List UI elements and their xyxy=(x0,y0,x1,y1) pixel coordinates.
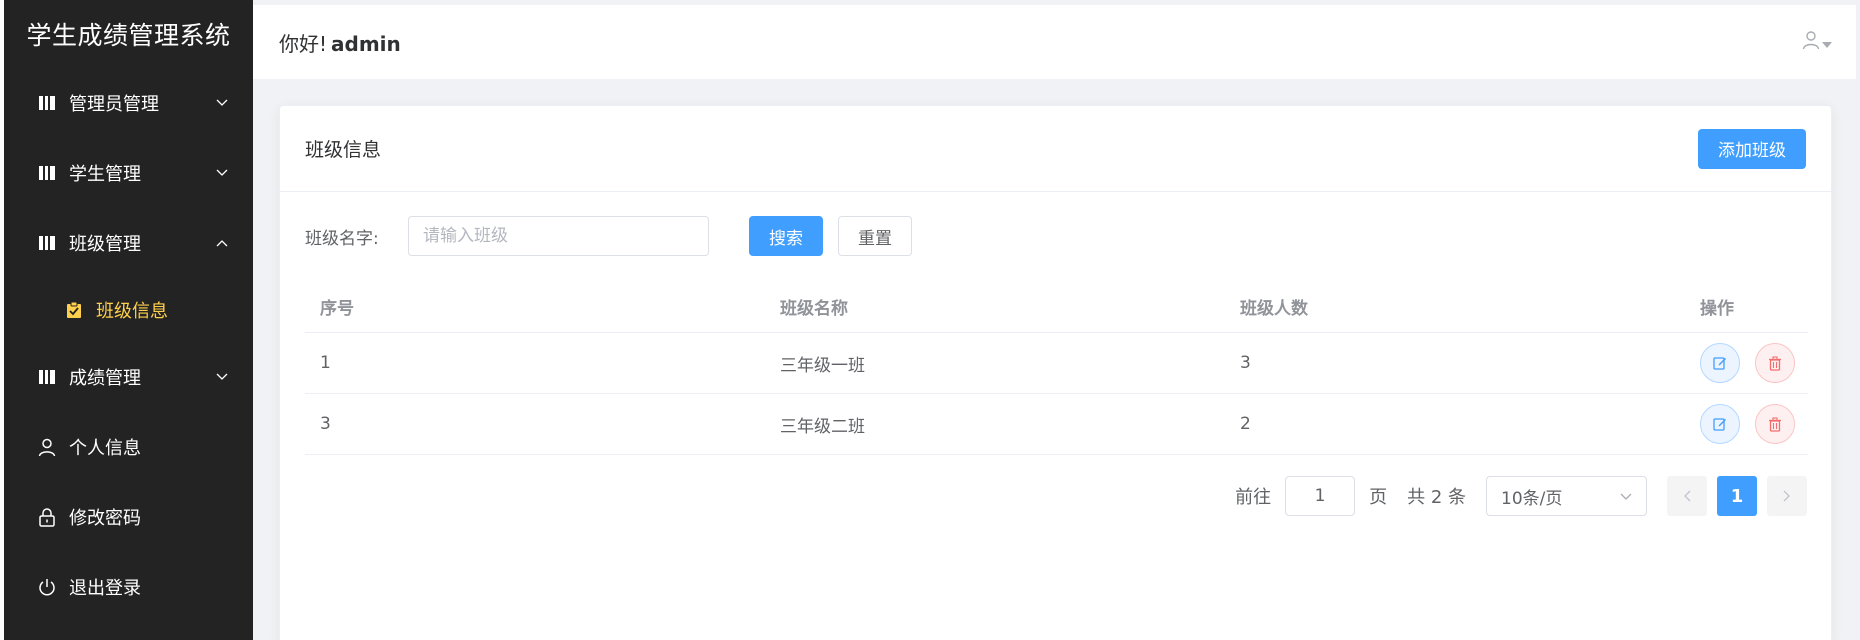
user-menu-dropdown[interactable] xyxy=(1802,30,1832,54)
user-icon xyxy=(35,435,59,459)
sidebar-item-label: 成绩管理 xyxy=(69,368,141,389)
goto-label: 前往 xyxy=(1235,487,1272,508)
column-header-actions: 操作 xyxy=(1700,299,1734,319)
page-size-value: 10条/页 xyxy=(1501,488,1563,509)
sidebar-subitem-class-info[interactable]: 班级信息 xyxy=(4,278,253,342)
page-size-select[interactable]: 10条/页 xyxy=(1486,476,1647,516)
table-row: 3 三年级二班 2 xyxy=(305,394,1808,455)
table-header-row: 序号 班级名称 班级人数 操作 xyxy=(305,281,1808,333)
username: admin xyxy=(331,31,401,56)
sidebar-item-logout[interactable]: 退出登录 xyxy=(4,552,253,622)
sidebar-item-student-management[interactable]: 学生管理 xyxy=(4,138,253,208)
building-icon xyxy=(35,91,59,115)
sidebar: 学生成绩管理系统 管理员管理 学生管理 班级管理 班级信息 成绩管理 个人信息 … xyxy=(0,0,253,640)
class-name-search-input[interactable] xyxy=(408,216,709,256)
trash-icon xyxy=(1769,355,1781,371)
lock-icon xyxy=(35,505,59,529)
cell-class-size: 3 xyxy=(1240,353,1251,373)
sidebar-item-label: 修改密码 xyxy=(69,508,141,529)
class-table: 序号 班级名称 班级人数 操作 1 三年级一班 3 3 三年级二班 2 xyxy=(305,281,1808,455)
sidebar-item-label: 班级管理 xyxy=(69,234,141,255)
user-icon xyxy=(1802,30,1820,54)
power-icon xyxy=(35,575,59,599)
edit-button[interactable] xyxy=(1700,343,1740,383)
cell-class-size: 2 xyxy=(1240,414,1251,434)
trash-icon xyxy=(1769,416,1781,432)
caret-down-icon xyxy=(1822,33,1832,52)
chevron-down-icon xyxy=(215,96,229,110)
chevron-down-icon xyxy=(215,370,229,384)
column-header-class-size: 班级人数 xyxy=(1240,299,1308,319)
edit-icon xyxy=(1713,418,1726,431)
reset-button[interactable]: 重置 xyxy=(838,216,912,256)
chevron-down-icon xyxy=(1620,486,1632,506)
card-title: 班级信息 xyxy=(305,139,382,161)
goto-page-input[interactable] xyxy=(1285,476,1356,516)
greeting-text: 你好! xyxy=(279,31,328,56)
cell-actions xyxy=(1685,343,1808,383)
sidebar-item-personal-info[interactable]: 个人信息 xyxy=(4,412,253,482)
building-icon xyxy=(35,231,59,255)
cell-actions xyxy=(1685,404,1808,444)
sidebar-item-label: 退出登录 xyxy=(69,578,141,599)
greeting: 你好! admin xyxy=(279,28,401,57)
card-header: 班级信息 添加班级 xyxy=(280,106,1831,192)
cell-class-name: 三年级二班 xyxy=(780,416,865,437)
cell-index: 1 xyxy=(320,353,331,373)
building-icon xyxy=(35,161,59,185)
chevron-down-icon xyxy=(215,166,229,180)
sidebar-item-grade-management[interactable]: 成绩管理 xyxy=(4,342,253,412)
chevron-left-icon xyxy=(1684,490,1691,502)
sidebar-item-class-management[interactable]: 班级管理 xyxy=(4,208,253,278)
search-form: 班级名字: 搜索 重置 xyxy=(305,216,912,256)
delete-button[interactable] xyxy=(1755,343,1795,383)
prev-page-button[interactable] xyxy=(1667,476,1707,516)
search-button[interactable]: 搜索 xyxy=(749,216,823,256)
edit-button[interactable] xyxy=(1700,404,1740,444)
table-row: 1 三年级一班 3 xyxy=(305,333,1808,394)
sidebar-item-label: 个人信息 xyxy=(69,438,141,459)
cell-class-name: 三年级一班 xyxy=(780,355,865,376)
app-title: 学生成绩管理系统 xyxy=(26,21,231,50)
class-info-card: 班级信息 添加班级 班级名字: 搜索 重置 序号 班级名称 班级人数 操作 1 … xyxy=(279,105,1832,640)
chevron-right-icon xyxy=(1783,490,1790,502)
chevron-up-icon xyxy=(215,236,229,250)
cell-index: 3 xyxy=(320,414,331,434)
delete-button[interactable] xyxy=(1755,404,1795,444)
sidebar-item-change-password[interactable]: 修改密码 xyxy=(4,482,253,552)
top-header: 你好! admin xyxy=(253,5,1856,79)
column-header-class-name: 班级名称 xyxy=(780,299,848,319)
sidebar-item-label: 学生管理 xyxy=(69,164,141,185)
search-label: 班级名字: xyxy=(305,228,379,249)
total-count: 共 2 条 xyxy=(1407,487,1466,508)
building-icon xyxy=(35,365,59,389)
add-class-button[interactable]: 添加班级 xyxy=(1698,128,1806,169)
sidebar-item-admin-management[interactable]: 管理员管理 xyxy=(4,68,253,138)
page-number-button[interactable]: 1 xyxy=(1717,476,1757,516)
next-page-button[interactable] xyxy=(1767,476,1807,516)
column-header-index: 序号 xyxy=(320,299,354,319)
edit-icon xyxy=(1713,357,1726,370)
page-unit-label: 页 xyxy=(1369,487,1388,508)
clipboard-check-icon xyxy=(62,298,86,322)
pagination: 前往 页 共 2 条 10条/页 1 xyxy=(1235,476,1807,516)
sidebar-item-label: 管理员管理 xyxy=(69,94,159,115)
sidebar-subitem-label: 班级信息 xyxy=(96,301,168,322)
